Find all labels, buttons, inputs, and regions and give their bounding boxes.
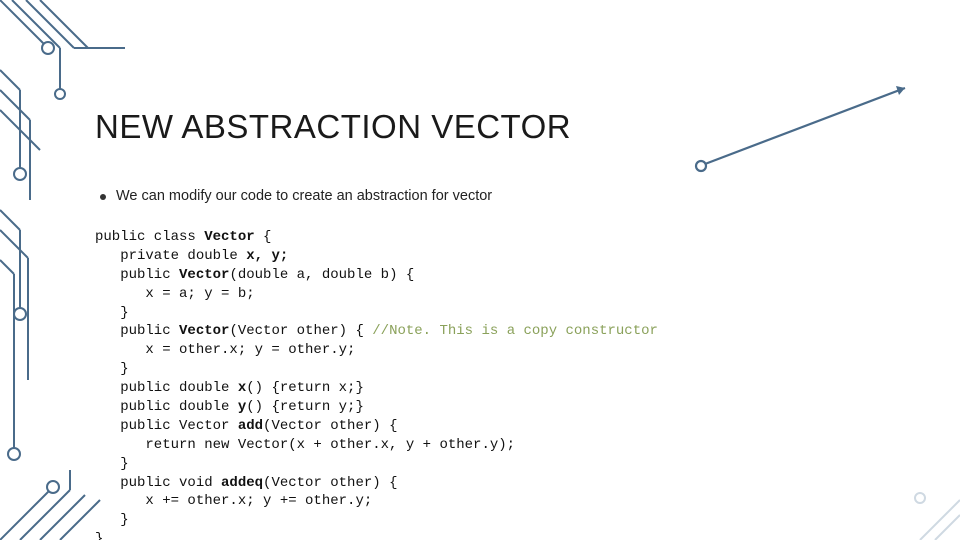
bullet-item: We can modify our code to create an abst…	[100, 188, 492, 204]
bullet-text: We can modify our code to create an abst…	[116, 188, 492, 204]
bullet-dot-icon	[100, 194, 106, 200]
slide-title: NEW ABSTRACTION VECTOR	[95, 108, 571, 146]
code-block: public class Vector { private double x, …	[95, 228, 658, 540]
